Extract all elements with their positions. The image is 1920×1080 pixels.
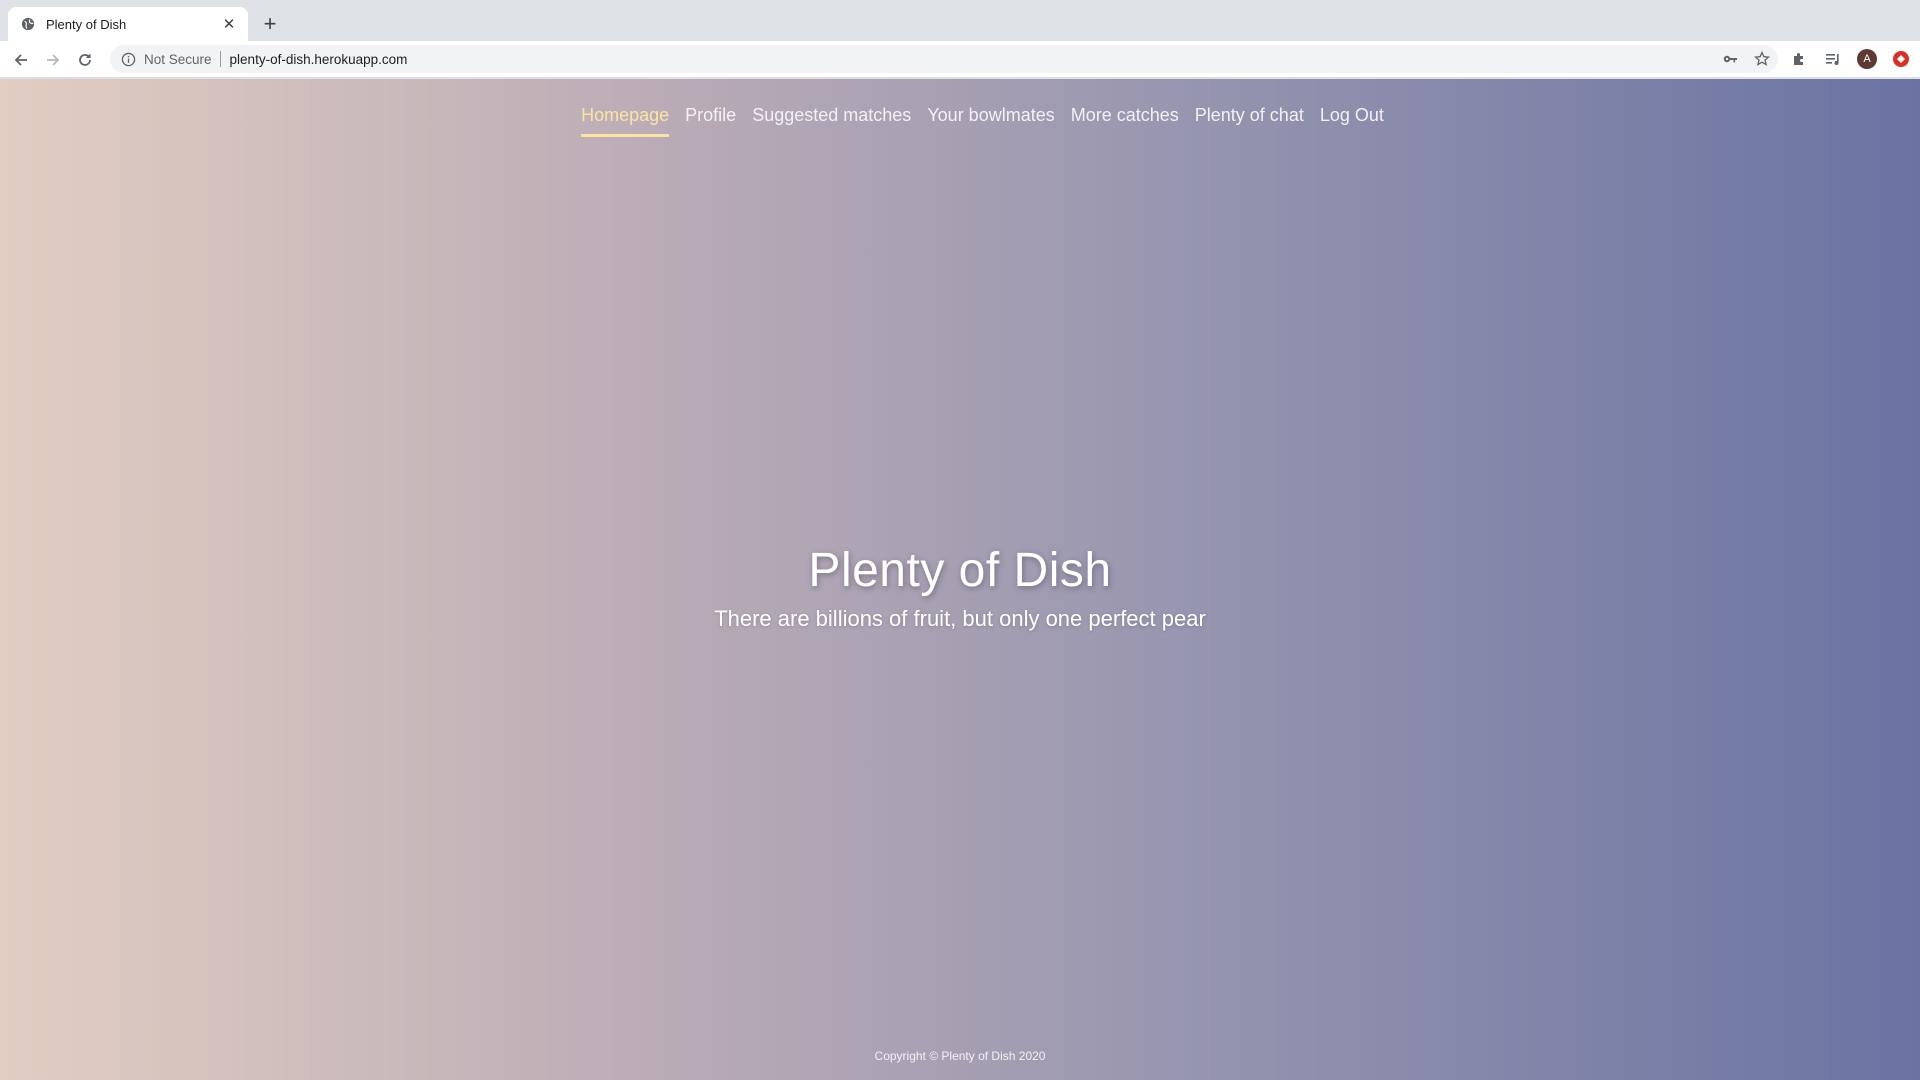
new-tab-button[interactable]: + — [259, 11, 281, 36]
tab-strip: Plenty of Dish ✕ + — [0, 0, 1920, 41]
url-text[interactable]: plenty-of-dish.herokuapp.com — [230, 52, 408, 67]
hero-section: Plenty of Dish There are billions of fru… — [0, 543, 1920, 632]
profile-avatar[interactable]: A — [1856, 48, 1878, 70]
puzzle-icon[interactable] — [1788, 48, 1810, 70]
back-button[interactable] — [7, 46, 35, 74]
nav-profile[interactable]: Profile — [685, 103, 736, 137]
nav-suggested-matches[interactable]: Suggested matches — [752, 103, 911, 137]
nav-log-out[interactable]: Log Out — [1320, 103, 1384, 137]
reload-button[interactable] — [71, 46, 99, 74]
page-content: Homepage Profile Suggested matches Your … — [0, 79, 1920, 1080]
key-icon[interactable] — [1720, 49, 1740, 69]
info-icon[interactable] — [119, 50, 137, 68]
nav-your-bowlmates[interactable]: Your bowlmates — [927, 103, 1054, 137]
media-queue-icon[interactable] — [1822, 48, 1844, 70]
security-label[interactable]: Not Secure — [144, 52, 212, 67]
reload-icon — [79, 53, 91, 66]
hero-title: Plenty of Dish — [808, 544, 1112, 597]
extension-red-icon[interactable] — [1890, 48, 1912, 70]
extensions-area: A — [1788, 45, 1920, 73]
browser-tab[interactable]: Plenty of Dish ✕ — [8, 7, 248, 41]
nav-plenty-of-chat[interactable]: Plenty of chat — [1195, 103, 1304, 137]
arrow-left-icon — [14, 54, 27, 66]
close-tab-icon[interactable]: ✕ — [220, 15, 238, 33]
globe-icon — [20, 16, 36, 32]
arrow-right-icon — [47, 54, 60, 66]
browser-toolbar: Not Secure plenty-of-dish.herokuapp.com … — [0, 41, 1920, 78]
nav-homepage[interactable]: Homepage — [581, 103, 670, 137]
omnibox-divider — [219, 51, 221, 67]
hero-subtitle: There are billions of fruit, but only on… — [714, 606, 1206, 631]
main-nav: Homepage Profile Suggested matches Your … — [0, 103, 1920, 137]
avatar-initial: A — [1857, 49, 1877, 69]
address-bar[interactable]: Not Secure plenty-of-dish.herokuapp.com — [110, 45, 1778, 73]
footer-copyright: Copyright © Plenty of Dish 2020 — [874, 1049, 1046, 1063]
forward-button[interactable] — [39, 46, 67, 74]
tab-title: Plenty of Dish — [46, 16, 127, 32]
nav-more-catches[interactable]: More catches — [1071, 103, 1179, 137]
star-icon[interactable] — [1752, 49, 1772, 69]
